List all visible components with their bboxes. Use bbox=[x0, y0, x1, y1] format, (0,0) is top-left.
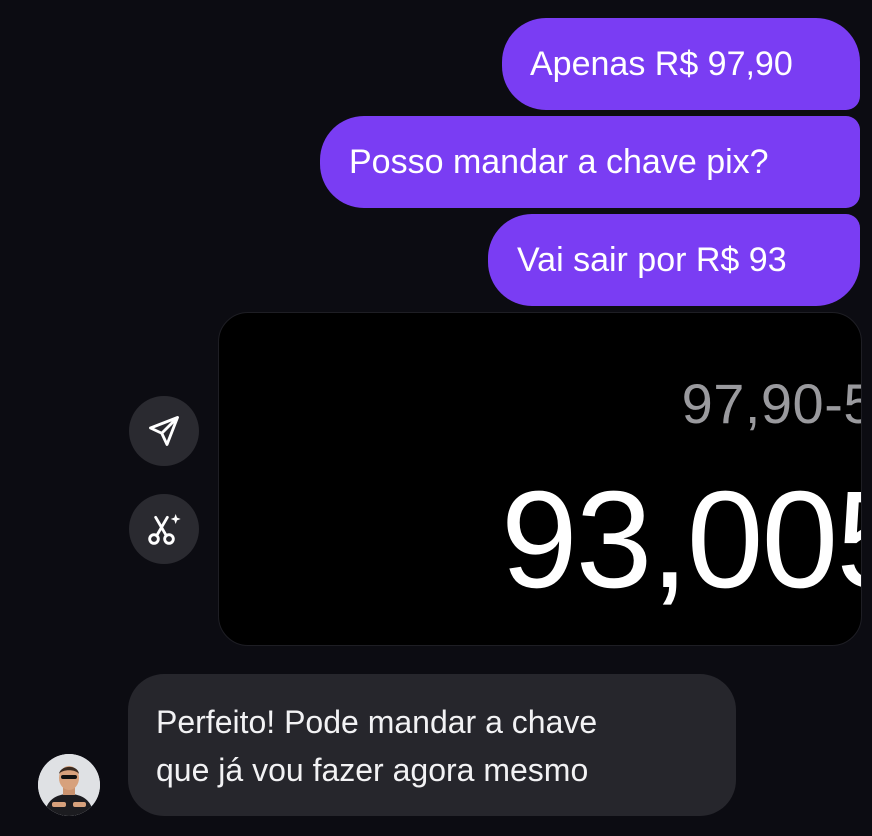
message-text: Posso mandar a chave pix? bbox=[349, 142, 769, 181]
image-calc-expression: 97,90-5 bbox=[681, 372, 862, 435]
message-text-line-2: que já vou fazer agora mesmo bbox=[156, 752, 589, 788]
share-button[interactable] bbox=[129, 396, 199, 466]
incoming-message[interactable]: Perfeito! Pode mandar a chave que já vou… bbox=[128, 674, 736, 816]
outgoing-message[interactable]: Posso mandar a chave pix? bbox=[320, 116, 860, 208]
outgoing-message[interactable]: Apenas R$ 97,90 bbox=[502, 18, 860, 110]
message-text-line-1: Perfeito! Pode mandar a chave bbox=[156, 704, 598, 740]
message-text: Vai sair por R$ 93 bbox=[517, 240, 787, 279]
image-calc-result: 93,005 bbox=[500, 463, 861, 617]
image-message[interactable]: 97,90-5 93,005 bbox=[218, 312, 862, 646]
avatar[interactable] bbox=[38, 754, 100, 816]
remix-button[interactable] bbox=[129, 494, 199, 564]
outgoing-message[interactable]: Vai sair por R$ 93 bbox=[488, 214, 860, 306]
scissors-sparkle-icon bbox=[148, 514, 181, 545]
send-triangle-icon bbox=[149, 416, 179, 446]
avatar-photo bbox=[38, 754, 100, 816]
message-text: Apenas R$ 97,90 bbox=[530, 44, 793, 83]
